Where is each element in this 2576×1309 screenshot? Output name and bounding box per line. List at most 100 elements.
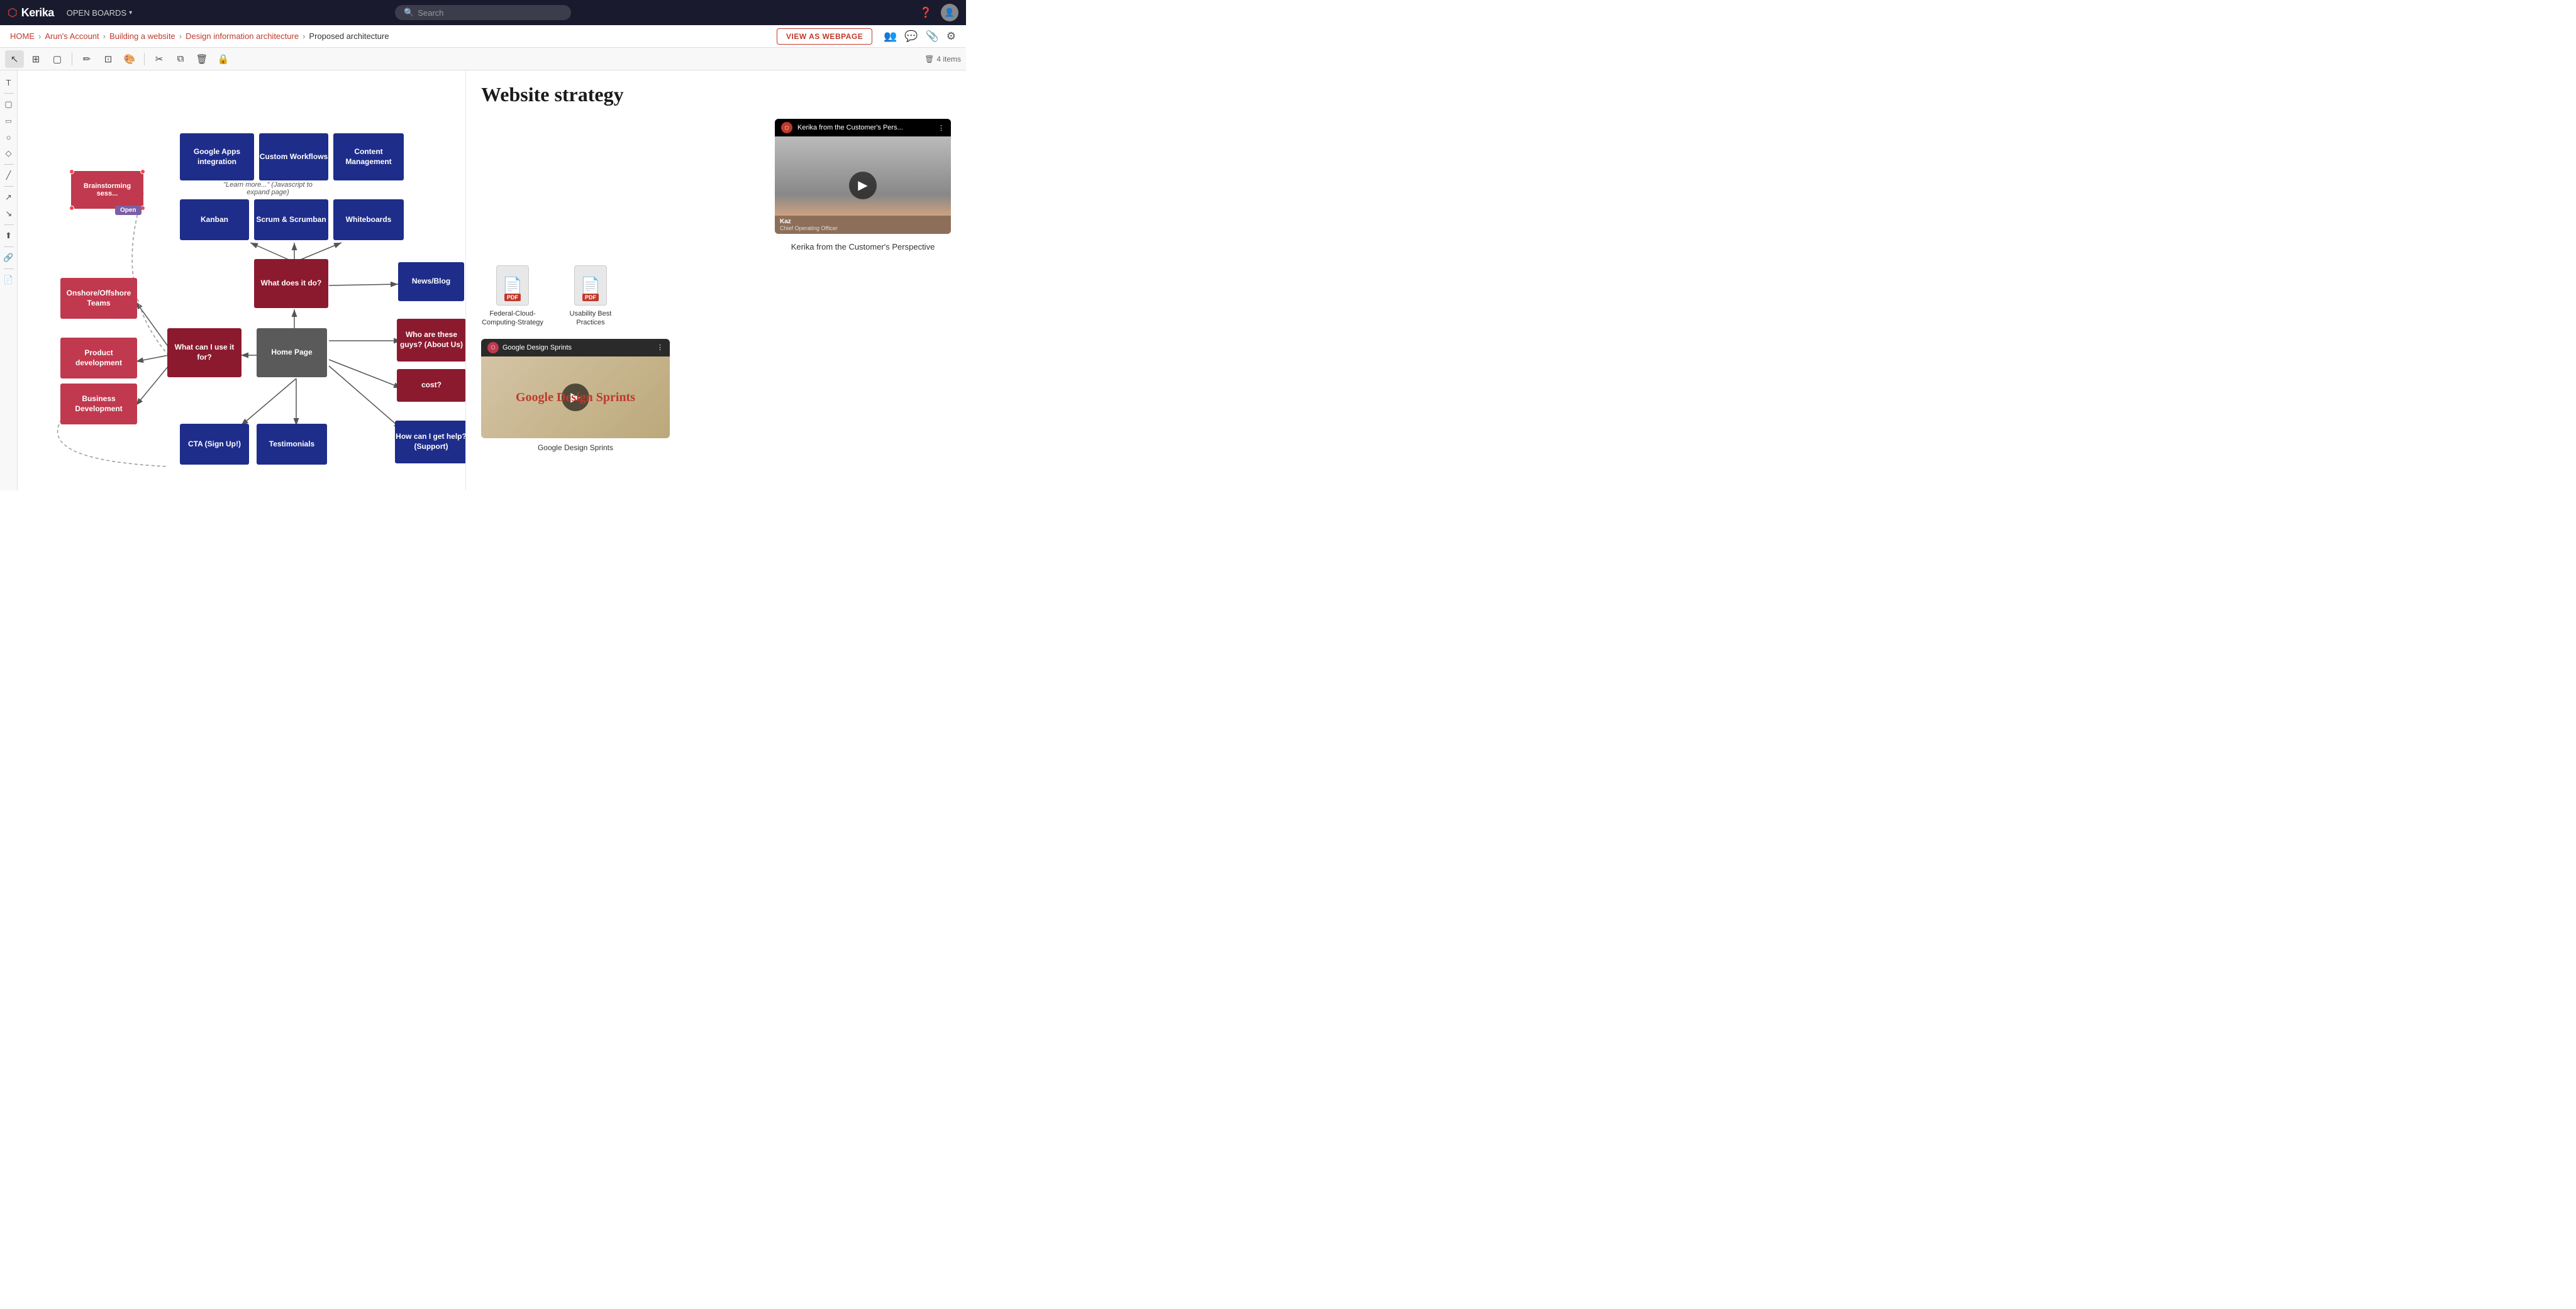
rounded-rect-tool[interactable]: ▭: [2, 114, 16, 128]
grid-tool[interactable]: ⊞: [26, 50, 45, 68]
lock-tool[interactable]: 🔒: [214, 50, 233, 68]
acrobat-icon: 📄: [502, 276, 523, 295]
attachment-federal[interactable]: 📄 Federal-Cloud-Computing-Strategy: [481, 265, 544, 328]
oval-tool[interactable]: ○: [2, 130, 16, 144]
breadcrumb-home[interactable]: HOME: [10, 31, 35, 41]
search-icon: 🔍: [404, 8, 414, 18]
whiteboards-box[interactable]: Whiteboards: [333, 199, 404, 240]
toolbar: ↖ ⊞ ▢ ✏ ⊡ 🎨 ✂ ⧉ 🗑 🔒 🗑 4 items: [0, 48, 966, 70]
video2-bar-left: ⬡ Google Design Sprints: [487, 342, 572, 353]
what-does-it-do-box[interactable]: What does it do?: [254, 259, 328, 308]
who-are-these-label: Who are these guys? (About Us): [397, 330, 466, 350]
open-boards-label: OPEN BOARDS: [67, 8, 126, 18]
crop-tool[interactable]: ⊡: [99, 50, 118, 68]
kanban-box[interactable]: Kanban: [180, 199, 249, 240]
line-tool[interactable]: ╱: [2, 168, 16, 182]
breadcrumb-board[interactable]: Building a website: [109, 31, 175, 41]
avatar-icon[interactable]: 👤: [941, 4, 958, 21]
what-can-i-use-label: What can I use it for?: [167, 343, 242, 362]
video1-bar: ⬡ Kerika from the Customer's Pers... ⋮: [775, 119, 951, 136]
content-mgmt-box[interactable]: Content Management: [333, 133, 404, 180]
video2-container[interactable]: ⬡ Google Design Sprints ⋮ ▶ Google Desig…: [481, 339, 670, 438]
help-icon[interactable]: ❓: [919, 6, 932, 19]
product-dev-label: Product development: [60, 348, 137, 368]
diagram-area: Brainstorming sess... Open "Learn more..…: [18, 70, 483, 490]
home-page-label: Home Page: [271, 348, 312, 358]
video1-kerika-icon: ⬡: [781, 122, 792, 133]
video2-label: Google Design Sprints: [538, 443, 613, 452]
custom-workflows-box[interactable]: Custom Workflows: [259, 133, 328, 180]
pen-tool[interactable]: ✏: [77, 50, 96, 68]
copy-tool[interactable]: ⧉: [171, 50, 190, 68]
video2-thumbnail: ▶ Google Design Sprints: [481, 356, 670, 438]
testimonials-box[interactable]: Testimonials: [257, 424, 327, 465]
brainstorm-box[interactable]: Brainstorming sess...: [71, 171, 143, 209]
box-tool[interactable]: ▢: [48, 50, 67, 68]
video1-play-button[interactable]: ▶: [849, 172, 877, 199]
what-can-i-use-box[interactable]: What can I use it for?: [167, 328, 242, 377]
google-apps-box[interactable]: Google Apps integration: [180, 133, 254, 180]
fill-tool[interactable]: 🎨: [120, 50, 139, 68]
diamond-tool[interactable]: ◇: [2, 146, 16, 160]
chevron-down-icon: ▾: [129, 9, 132, 16]
cta-label: CTA (Sign Up!): [188, 439, 241, 450]
arrow-left-tool[interactable]: ↗: [2, 207, 16, 221]
arrow-tool[interactable]: ↗: [2, 191, 16, 204]
open-label[interactable]: Open: [115, 206, 142, 215]
cut-tool[interactable]: ✂: [150, 50, 169, 68]
select-tool[interactable]: ↖: [5, 50, 24, 68]
cta-box[interactable]: CTA (Sign Up!): [180, 424, 249, 465]
page-tool[interactable]: 📄: [2, 273, 16, 287]
breadcrumb-current: Proposed architecture: [309, 31, 389, 41]
users-icon[interactable]: 👥: [884, 30, 897, 43]
attachment-icon[interactable]: 📎: [926, 30, 939, 43]
side-sep-5: [4, 246, 14, 247]
kerika-logo-icon: ⬡: [8, 6, 18, 19]
breadcrumb-account[interactable]: Arun's Account: [45, 31, 99, 41]
upload-tool[interactable]: ⬆: [2, 229, 16, 243]
video2-bar: ⬡ Google Design Sprints ⋮: [481, 339, 670, 356]
how-can-i-help-label: How can I get help? (Support): [395, 432, 467, 451]
whiteboards-label: Whiteboards: [346, 215, 392, 225]
rectangle-tool[interactable]: ▢: [2, 97, 16, 111]
scrum-box[interactable]: Scrum & Scrumban: [254, 199, 328, 240]
delete-tool[interactable]: 🗑: [192, 50, 211, 68]
video1-container[interactable]: ⬡ Kerika from the Customer's Pers... ⋮ K…: [775, 119, 951, 234]
business-dev-box[interactable]: Business Development: [60, 384, 137, 424]
chat-icon[interactable]: 💬: [904, 30, 918, 43]
business-dev-label: Business Development: [60, 394, 137, 414]
link-tool[interactable]: 🔗: [2, 251, 16, 265]
breadcrumb-section[interactable]: Design information architecture: [186, 31, 299, 41]
bc-sep-3: ›: [179, 31, 182, 41]
settings-icon[interactable]: ⚙: [947, 30, 956, 43]
side-sep-4: [4, 224, 14, 225]
bc-sep-4: ›: [303, 31, 305, 41]
breadcrumb-bar: HOME › Arun's Account › Building a websi…: [0, 25, 966, 48]
side-sep-2: [4, 164, 14, 165]
who-are-these-box[interactable]: Who are these guys? (About Us): [397, 319, 466, 362]
attachment-usability[interactable]: 📄 Usability Best Practices: [559, 265, 622, 328]
topbar: ⬡ Kerika OPEN BOARDS ▾ 🔍 ❓ 👤: [0, 0, 966, 25]
news-blog-label: News/Blog: [412, 277, 450, 287]
logo-text: Kerika: [21, 6, 54, 19]
video2-title-bar: Google Design Sprints: [502, 344, 572, 351]
cost-label: cost?: [421, 380, 441, 390]
video2-more-icon[interactable]: ⋮: [657, 343, 663, 351]
open-boards-button[interactable]: OPEN BOARDS ▾: [62, 6, 137, 20]
home-page-box[interactable]: Home Page: [257, 328, 327, 377]
search-input[interactable]: [418, 8, 556, 18]
search-bar[interactable]: 🔍: [395, 5, 571, 20]
view-as-webpage-button[interactable]: VIEW AS WEBPAGE: [777, 28, 872, 45]
video2-icon: ⬡: [487, 342, 499, 353]
product-dev-box[interactable]: Product development: [60, 338, 137, 378]
news-blog-box[interactable]: News/Blog: [398, 262, 464, 301]
content-mgmt-label: Content Management: [333, 147, 404, 167]
video1-more-icon[interactable]: ⋮: [938, 124, 945, 132]
side-sep-1: [4, 93, 14, 94]
text-tool[interactable]: T: [2, 75, 16, 89]
cost-box[interactable]: cost?: [397, 369, 466, 402]
usability-pdf-label: Usability Best Practices: [559, 309, 622, 328]
how-can-i-help-box[interactable]: How can I get help? (Support): [395, 421, 467, 463]
onshore-offshore-box[interactable]: Onshore/Offshore Teams: [60, 278, 137, 319]
right-panel: Website strategy ⬡ Kerika from the Custo…: [465, 70, 966, 490]
